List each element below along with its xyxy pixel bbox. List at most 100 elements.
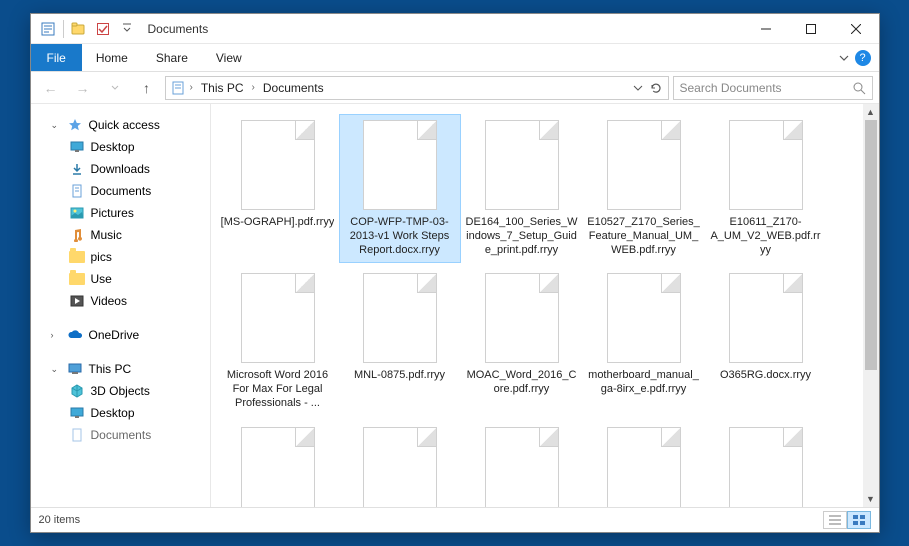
file-item[interactable]: Microsoft Word 2016 For Max For Legal Pr… <box>217 267 339 416</box>
sidebar-item-use[interactable]: Use <box>31 268 210 290</box>
scroll-up-icon[interactable]: ▲ <box>863 104 879 120</box>
sidebar-item-music[interactable]: Music <box>31 224 210 246</box>
desktop-icon <box>69 405 85 421</box>
checkbox-icon[interactable] <box>92 18 114 40</box>
breadcrumb-documents[interactable]: Documents <box>259 81 328 95</box>
explorer-body: ⌄ Quick access Desktop Downloads Documen… <box>31 104 879 508</box>
file-name: Microsoft Word 2016 For Max For Legal Pr… <box>221 369 335 410</box>
scroll-thumb[interactable] <box>865 120 877 370</box>
scroll-down-icon[interactable]: ▼ <box>863 491 879 507</box>
breadcrumb-box[interactable]: › This PC › Documents <box>165 76 669 100</box>
sidebar-item-label: This PC <box>89 362 132 376</box>
sidebar-item-label: Pictures <box>91 206 134 220</box>
minimize-button[interactable] <box>744 14 789 44</box>
file-item[interactable]: DE164_100_Series_Windows_7_Setup_Guide_p… <box>461 114 583 263</box>
up-button[interactable]: ↑ <box>133 76 161 100</box>
view-details-button[interactable] <box>823 511 847 529</box>
file-item[interactable] <box>705 421 827 508</box>
new-folder-icon[interactable] <box>68 18 90 40</box>
qat-dropdown-icon[interactable] <box>116 18 138 40</box>
sidebar-item-label: Desktop <box>91 406 135 420</box>
file-icon <box>729 273 803 363</box>
sidebar-onedrive[interactable]: › OneDrive <box>31 324 210 346</box>
file-item[interactable]: E10527_Z170_Series_Feature_Manual_UM_WEB… <box>583 114 705 263</box>
sidebar-item-label: Documents <box>91 428 152 442</box>
help-icon[interactable]: ? <box>855 50 871 66</box>
tab-share[interactable]: Share <box>142 44 202 71</box>
pc-icon <box>67 361 83 377</box>
file-name: MOAC_Word_2016_Core.pdf.rryy <box>465 369 579 397</box>
breadcrumb-this-pc[interactable]: This PC <box>197 81 248 95</box>
scrollbar[interactable]: ▲ ▼ <box>863 104 879 507</box>
file-name: motherboard_manual_ga-8irx_e.pdf.rryy <box>587 369 701 397</box>
sidebar-item-label: Downloads <box>91 162 150 176</box>
caret-right-icon[interactable]: › <box>51 330 61 340</box>
forward-button[interactable]: → <box>69 76 97 100</box>
file-name: E10527_Z170_Series_Feature_Manual_UM_WEB… <box>587 216 701 257</box>
file-item[interactable] <box>461 421 583 508</box>
sidebar-this-pc[interactable]: ⌄ This PC <box>31 358 210 380</box>
file-item[interactable]: MNL-0875.pdf.rryy <box>339 267 461 416</box>
file-icon <box>607 427 681 508</box>
sidebar-item-label: 3D Objects <box>91 384 150 398</box>
refresh-icon[interactable] <box>648 80 664 96</box>
sidebar-quick-access[interactable]: ⌄ Quick access <box>31 114 210 136</box>
file-icon <box>363 273 437 363</box>
downloads-icon <box>69 161 85 177</box>
file-item[interactable] <box>583 421 705 508</box>
search-input[interactable]: Search Documents <box>673 76 873 100</box>
chevron-right-icon[interactable]: › <box>190 82 193 93</box>
maximize-button[interactable] <box>789 14 834 44</box>
back-button[interactable]: ← <box>37 76 65 100</box>
ribbon-expand-icon[interactable] <box>839 53 849 63</box>
sidebar-item-downloads[interactable]: Downloads <box>31 158 210 180</box>
view-large-icons-button[interactable] <box>847 511 871 529</box>
file-item[interactable]: E10611_Z170-A_UM_V2_WEB.pdf.rryy <box>705 114 827 263</box>
chevron-right-icon[interactable]: › <box>252 82 255 93</box>
onedrive-icon <box>67 327 83 343</box>
address-bar: ← → ↑ › This PC › Documents Search Docum… <box>31 72 879 104</box>
sidebar-item-documents-pc[interactable]: Documents <box>31 424 210 446</box>
documents-icon <box>69 183 85 199</box>
documents-icon <box>69 427 85 443</box>
sidebar-item-videos[interactable]: Videos <box>31 290 210 312</box>
file-tab[interactable]: File <box>31 44 82 71</box>
sidebar-item-documents[interactable]: Documents <box>31 180 210 202</box>
caret-down-icon[interactable]: ⌄ <box>51 120 61 131</box>
file-list[interactable]: [MS-OGRAPH].pdf.rryyCOP-WFP-TMP-03-2013-… <box>211 104 879 507</box>
file-icon <box>241 120 315 210</box>
recent-locations-icon[interactable] <box>101 76 129 100</box>
window-controls <box>744 14 879 44</box>
videos-icon <box>69 293 85 309</box>
file-item[interactable]: MOAC_Word_2016_Core.pdf.rryy <box>461 267 583 416</box>
file-icon <box>485 273 559 363</box>
sidebar-item-desktop[interactable]: Desktop <box>31 136 210 158</box>
file-item[interactable]: O365RG.docx.rryy <box>705 267 827 416</box>
close-button[interactable] <box>834 14 879 44</box>
sidebar-item-pics[interactable]: pics <box>31 246 210 268</box>
folder-icon <box>69 271 85 287</box>
tab-view[interactable]: View <box>202 44 256 71</box>
file-item[interactable]: COP-WFP-TMP-03-2013-v1 Work Steps Report… <box>339 114 461 263</box>
sidebar-item-3d-objects[interactable]: 3D Objects <box>31 380 210 402</box>
file-item[interactable]: [MS-OGRAPH].pdf.rryy <box>217 114 339 263</box>
sidebar-item-label: Videos <box>91 294 127 308</box>
sidebar-item-label: OneDrive <box>89 328 140 342</box>
file-item[interactable] <box>339 421 461 508</box>
tab-home[interactable]: Home <box>82 44 142 71</box>
sidebar-item-pictures[interactable]: Pictures <box>31 202 210 224</box>
file-icon <box>363 427 437 508</box>
quick-access-toolbar <box>31 18 138 40</box>
breadcrumb-dropdown-icon[interactable] <box>630 80 646 96</box>
file-name: E10611_Z170-A_UM_V2_WEB.pdf.rryy <box>709 216 823 257</box>
desktop-icon <box>69 139 85 155</box>
sidebar-item-desktop-pc[interactable]: Desktop <box>31 402 210 424</box>
file-name: DE164_100_Series_Windows_7_Setup_Guide_p… <box>465 216 579 257</box>
file-item[interactable] <box>217 421 339 508</box>
file-icon <box>607 120 681 210</box>
sidebar-item-label: Use <box>91 272 112 286</box>
caret-down-icon[interactable]: ⌄ <box>51 364 61 375</box>
properties-icon[interactable] <box>37 18 59 40</box>
file-item[interactable]: motherboard_manual_ga-8irx_e.pdf.rryy <box>583 267 705 416</box>
file-icon <box>241 427 315 508</box>
